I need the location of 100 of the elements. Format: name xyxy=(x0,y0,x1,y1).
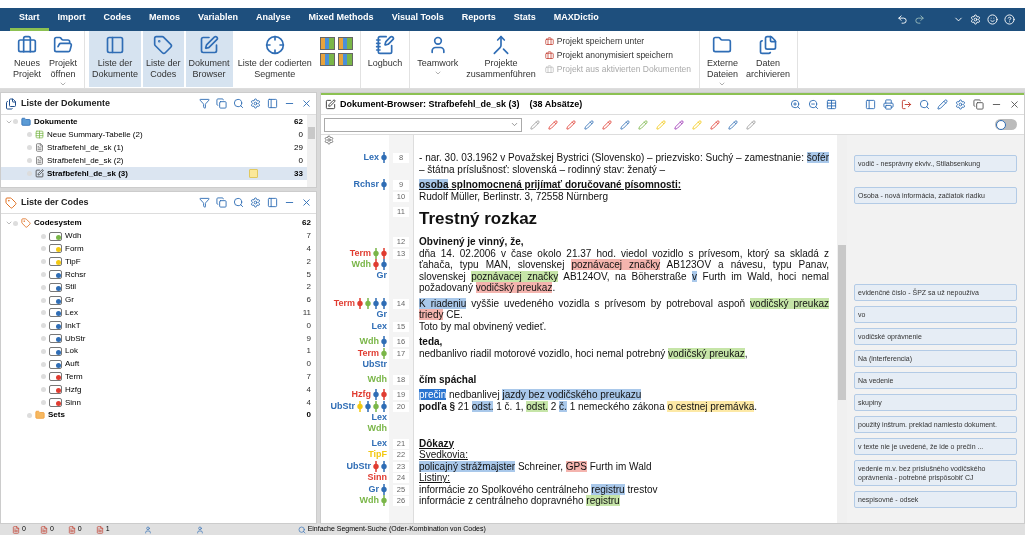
search-icon[interactable] xyxy=(233,197,244,208)
coding-stripe-icon[interactable] xyxy=(381,247,387,259)
coding-stripe-icon[interactable] xyxy=(381,152,387,163)
tree-item[interactable]: Sets xyxy=(48,409,307,422)
tree-item[interactable]: Sinn xyxy=(65,396,307,409)
zoom-out-icon[interactable] xyxy=(808,99,819,110)
tree-item[interactable]: Hzfg xyxy=(65,383,307,396)
menu-tab[interactable]: Codes xyxy=(94,8,141,31)
scrollbar[interactable] xyxy=(837,135,847,523)
tree-item[interactable]: Lex xyxy=(65,306,303,319)
menu-tab[interactable]: Memos xyxy=(140,8,190,31)
settings-icon[interactable] xyxy=(324,135,334,145)
menu-tab[interactable]: Reports xyxy=(452,8,505,31)
tree-item[interactable]: Dokumente xyxy=(34,115,295,128)
code-label[interactable]: Lex xyxy=(363,152,379,163)
coding-tool-icon[interactable] xyxy=(548,119,558,130)
zoom-in-icon[interactable] xyxy=(790,99,801,110)
ribbon-button[interactable]: Liste der Dokumente xyxy=(89,31,142,87)
tree-item[interactable]: UbStr xyxy=(65,332,307,345)
coding-stripe-icon[interactable] xyxy=(381,297,387,309)
code-label[interactable]: Term xyxy=(333,297,355,309)
coding-stripe-icon[interactable] xyxy=(381,336,387,347)
coding-stripe-icon[interactable] xyxy=(365,400,371,412)
coding-stripe-icon[interactable] xyxy=(373,247,379,259)
code-label[interactable]: Sinn xyxy=(367,472,387,483)
tree-item[interactable]: Auft xyxy=(65,358,307,371)
ribbon-button[interactable]: Logbuch xyxy=(364,31,406,87)
coding-stripe-icon[interactable] xyxy=(381,400,387,412)
menu-tab[interactable]: Variablen xyxy=(189,8,248,31)
search-icon[interactable] xyxy=(233,98,244,109)
ribbon-button[interactable]: Externe Dateien xyxy=(703,31,741,87)
code-label[interactable]: UbStr xyxy=(346,460,371,472)
layout-icon[interactable] xyxy=(319,37,335,50)
print-icon[interactable] xyxy=(883,99,894,110)
copy-icon[interactable] xyxy=(216,98,227,109)
close-icon[interactable] xyxy=(301,197,312,208)
tree-item[interactable]: Stil xyxy=(65,281,307,294)
coding-stripe-icon[interactable] xyxy=(357,297,363,309)
tree-item[interactable]: Strafbefehl_de_sk (1) 29 xyxy=(1,141,307,154)
user-icon[interactable] xyxy=(143,525,152,534)
code-label[interactable]: UbStr xyxy=(330,400,355,412)
coding-stripe-icon[interactable] xyxy=(381,460,387,472)
close-icon[interactable] xyxy=(1009,99,1020,110)
grid-icon[interactable] xyxy=(826,99,837,110)
search-icon[interactable] xyxy=(297,525,306,534)
tree-item[interactable]: Form xyxy=(65,243,307,255)
tree-item[interactable]: Lok xyxy=(65,345,307,358)
code-selector[interactable] xyxy=(324,117,522,132)
help-icon[interactable] xyxy=(1004,14,1015,25)
coding-tool-icon[interactable] xyxy=(620,119,630,130)
tree-item[interactable]: Neue Summary-Tabelle (2) 0 xyxy=(1,128,307,141)
coding-stripe-icon[interactable] xyxy=(373,400,379,412)
tree-item[interactable]: Strafbefehl_de_sk (2) 0 xyxy=(1,154,307,167)
ribbon-button[interactable]: Daten archivieren xyxy=(743,31,794,87)
ribbon-button[interactable]: Liste der Codes xyxy=(143,31,184,87)
coding-tool-icon[interactable] xyxy=(638,119,648,130)
status-icon[interactable] xyxy=(67,525,76,534)
status-icon[interactable] xyxy=(39,525,48,534)
ribbon-menu-item[interactable]: Projekt anonymisiert speichern xyxy=(544,49,691,61)
coding-tool-icon[interactable] xyxy=(602,119,612,130)
search-icon[interactable] xyxy=(919,99,930,110)
coding-tool-icon[interactable] xyxy=(710,119,720,130)
coding-tool-icon[interactable] xyxy=(530,119,540,130)
coding-stripe-icon[interactable] xyxy=(365,297,371,309)
tree-item[interactable]: Strafbefehl_de_sk (3) 33 xyxy=(1,167,307,180)
coding-tool-icon[interactable] xyxy=(584,119,594,130)
redo-icon[interactable] xyxy=(914,14,925,25)
tree-item[interactable]: Wdh xyxy=(65,230,307,243)
code-label[interactable]: UbStr xyxy=(362,358,387,370)
panel-icon[interactable] xyxy=(865,99,876,110)
ribbon-button[interactable]: Projekte zusammenführen xyxy=(463,31,539,87)
coding-tool-icon[interactable] xyxy=(746,119,756,130)
status-icon[interactable] xyxy=(95,525,104,534)
coding-stripe-icon[interactable] xyxy=(373,389,379,400)
coding-stripe-icon[interactable] xyxy=(373,297,379,309)
filter-icon[interactable] xyxy=(199,197,210,208)
undo-icon[interactable] xyxy=(897,14,908,25)
tree-item[interactable]: InkT xyxy=(65,319,307,332)
code-label[interactable]: Gr xyxy=(376,269,387,281)
tree-item[interactable]: Term xyxy=(65,370,307,383)
layout-icon[interactable] xyxy=(337,37,353,50)
menu-tab[interactable]: Visual Tools xyxy=(382,8,453,31)
coding-stripe-icon[interactable] xyxy=(381,389,387,400)
status-icon[interactable] xyxy=(12,525,20,534)
coding-tool-icon[interactable] xyxy=(674,119,684,130)
coding-tool-icon[interactable] xyxy=(728,119,738,130)
layout-icon[interactable] xyxy=(319,53,335,66)
code-label[interactable]: Lex xyxy=(371,411,387,423)
smiley-icon[interactable] xyxy=(987,14,998,25)
tree-item[interactable]: Rchsr xyxy=(65,268,307,281)
ribbon-button[interactable]: Liste der codierten Segmente xyxy=(234,31,315,87)
ribbon-button[interactable]: Neues Projekt xyxy=(10,31,44,87)
settings-icon[interactable] xyxy=(250,98,261,109)
scrollbar[interactable] xyxy=(307,115,316,187)
tree-item[interactable]: Gr xyxy=(65,294,307,307)
menu-tab[interactable]: Mixed Methods xyxy=(299,8,383,31)
undock-icon[interactable] xyxy=(267,98,278,109)
tree-item[interactable]: TipF xyxy=(65,255,307,268)
ribbon-button[interactable]: Projekt öffnen xyxy=(46,31,81,87)
menu-tab[interactable]: Import xyxy=(48,8,95,31)
